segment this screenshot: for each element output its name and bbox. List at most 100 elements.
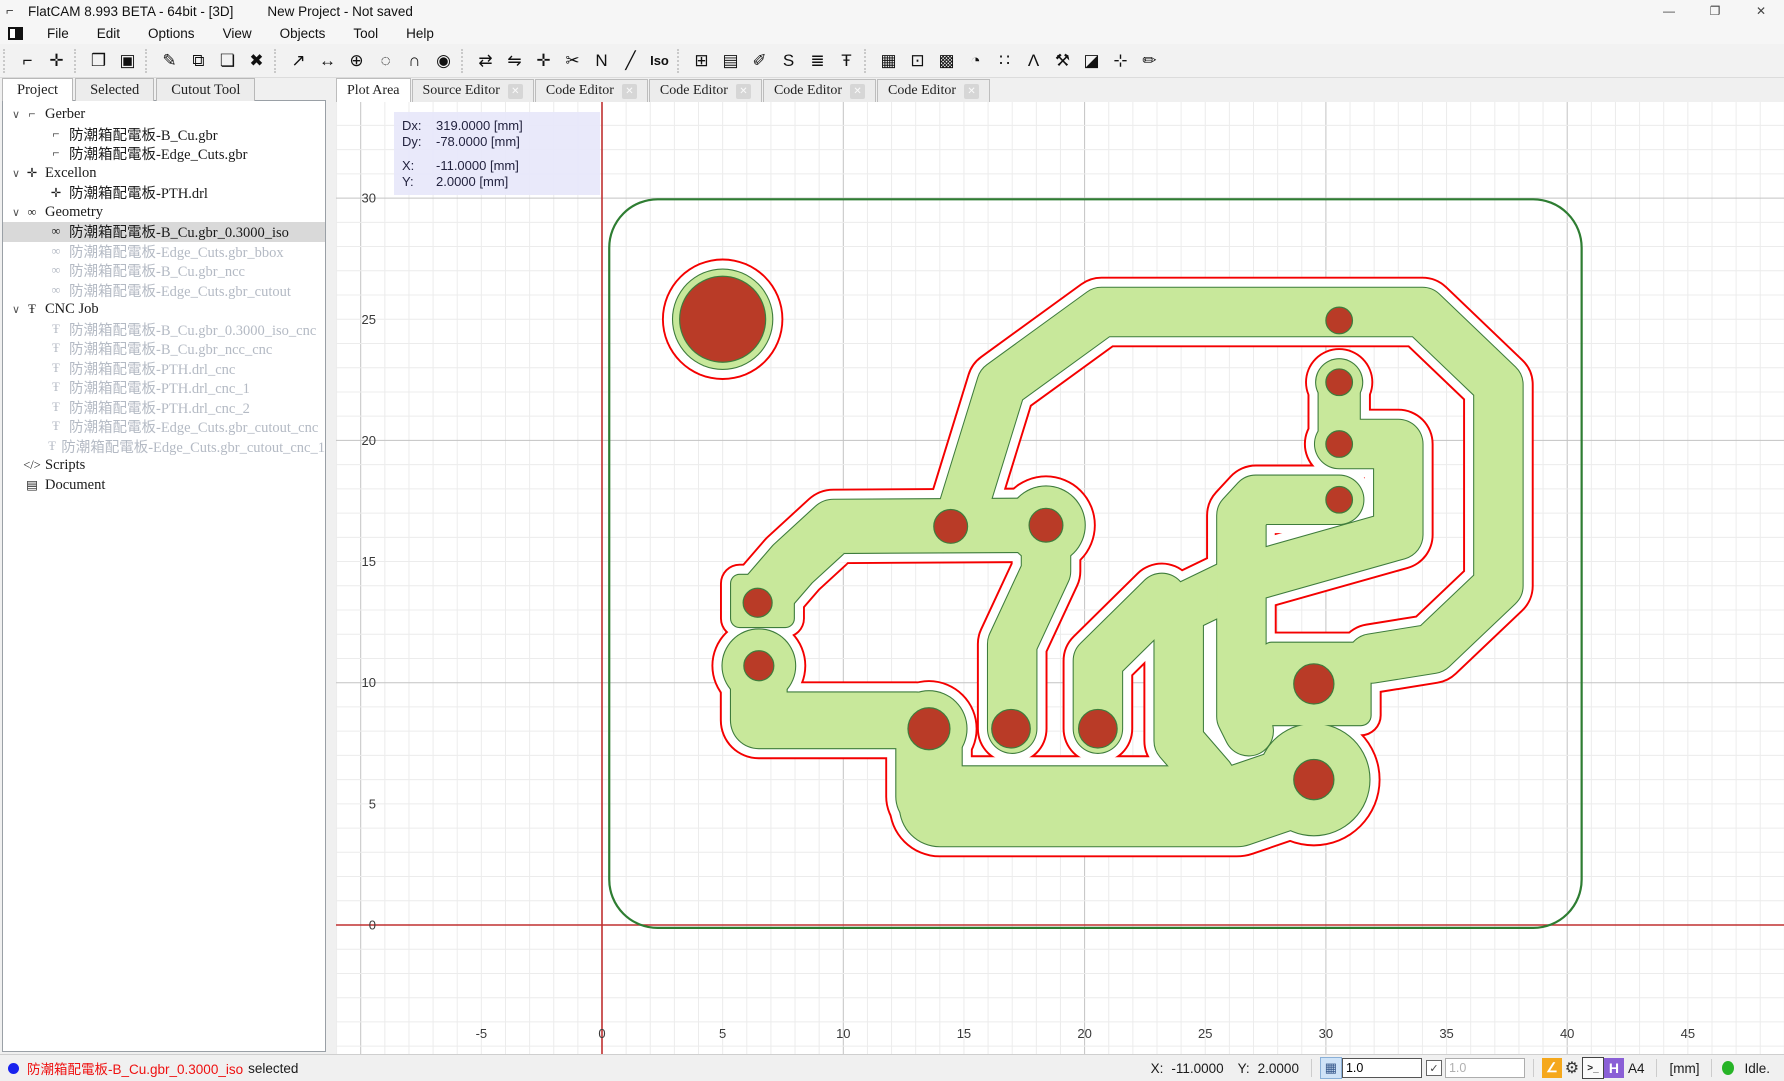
maximize-button[interactable]: ❐	[1692, 0, 1738, 22]
grid-snap-y-input[interactable]	[1445, 1058, 1525, 1078]
punch-icon[interactable]: ∷	[990, 47, 1019, 75]
tab-source-editor-1[interactable]: Source Editor✕	[412, 79, 534, 102]
invert-icon[interactable]: ◪	[1077, 47, 1106, 75]
grid-snap-x-input[interactable]	[1342, 1058, 1422, 1078]
tab-code-editor-4[interactable]: Code Editor✕	[763, 79, 876, 102]
close-icon[interactable]: ✕	[508, 84, 523, 99]
menu-edit[interactable]: Edit	[83, 24, 134, 43]
mirror-icon[interactable]: ⇋	[500, 47, 529, 75]
axis-toggle-icon[interactable]: ∠	[1542, 1058, 1562, 1078]
tab-selected[interactable]: Selected	[75, 78, 154, 101]
qrcode-icon[interactable]: ▩	[932, 47, 961, 75]
delete-icon[interactable]: ✖	[242, 47, 271, 75]
tab-plot-area-0[interactable]: Plot Area	[336, 78, 411, 102]
close-icon[interactable]: ✕	[622, 84, 637, 99]
minimize-button[interactable]: —	[1646, 0, 1692, 22]
hud-icon[interactable]: H	[1604, 1058, 1624, 1078]
preferences-gear-icon[interactable]: ⚙	[1562, 1058, 1582, 1078]
isolation-icon[interactable]: Iso	[645, 47, 674, 75]
chevron-down-icon[interactable]: ∨	[9, 206, 23, 219]
zoom-out-icon[interactable]: ◌	[371, 47, 400, 75]
tab-code-editor-3[interactable]: Code Editor✕	[649, 79, 762, 102]
set-origin-icon[interactable]: ✛	[529, 47, 558, 75]
open-excellon-icon[interactable]: ✛	[42, 47, 71, 75]
tree-item[interactable]: ∨✛Excellon	[3, 164, 325, 184]
tree-item[interactable]: Ŧ防潮箱配電板-Edge_Cuts.gbr_cutout_cnc	[3, 417, 325, 437]
jump-to-icon[interactable]: ∩	[400, 47, 429, 75]
close-icon[interactable]: ✕	[850, 84, 865, 99]
geometry-icon: ∞	[47, 244, 65, 259]
tree-item[interactable]: ✛防潮箱配電板-PTH.drl	[3, 183, 325, 203]
chevron-down-icon[interactable]: ∨	[9, 108, 23, 121]
shell-icon[interactable]: >_	[1582, 1057, 1604, 1079]
activity-indicator-icon[interactable]	[1722, 1061, 1734, 1075]
measure-icon[interactable]: ↔	[313, 47, 342, 75]
union-icon[interactable]: S	[774, 47, 803, 75]
menu-options[interactable]: Options	[134, 24, 209, 43]
close-icon[interactable]: ✕	[964, 84, 979, 99]
copper-thieving-icon[interactable]: ◔	[961, 47, 990, 75]
tree-item[interactable]: ⌐防潮箱配電板-B_Cu.gbr	[3, 125, 325, 145]
chevron-down-icon[interactable]: ∨	[9, 303, 23, 316]
plot-area[interactable]: -5051015202530354045051015202530 Dx:319.…	[336, 102, 1784, 1054]
markers-icon[interactable]: ⊹	[1106, 47, 1135, 75]
locate-icon[interactable]: ◉	[429, 47, 458, 75]
grid-snap-icon[interactable]: ▦	[1320, 1057, 1342, 1079]
tree-item[interactable]: </>Scripts	[3, 456, 325, 476]
copy-object-icon[interactable]: ⧉	[184, 47, 213, 75]
tree-item[interactable]: Ŧ防潮箱配電板-B_Cu.gbr_ncc_cnc	[3, 339, 325, 359]
tree-item[interactable]: ∞防潮箱配電板-B_Cu.gbr_0.3000_iso	[3, 222, 325, 242]
menu-objects[interactable]: Objects	[266, 24, 340, 43]
new-blank-icon[interactable]: ❏	[213, 47, 242, 75]
etch-icon[interactable]: ✏	[1135, 47, 1164, 75]
zoom-in-icon[interactable]: ⊕	[342, 47, 371, 75]
tree-item[interactable]: ⌐防潮箱配電板-Edge_Cuts.gbr	[3, 144, 325, 164]
menu-help[interactable]: Help	[392, 24, 448, 43]
tree-item[interactable]: ∨∞Geometry	[3, 203, 325, 223]
chevron-down-icon[interactable]: ∨	[9, 167, 23, 180]
units-label[interactable]: [mm]	[1669, 1061, 1699, 1076]
tab-code-editor-5[interactable]: Code Editor✕	[877, 79, 990, 102]
grid-link-checkbox[interactable]: ✓	[1426, 1060, 1442, 1076]
paint-icon[interactable]: ╱	[616, 47, 645, 75]
tab-code-editor-2[interactable]: Code Editor✕	[535, 79, 648, 102]
tab-cutout-tool[interactable]: Cutout Tool	[156, 78, 255, 101]
transform-icon[interactable]: ⊡	[903, 47, 932, 75]
editor-icon[interactable]: ✎	[155, 47, 184, 75]
ncc-icon[interactable]: N	[587, 47, 616, 75]
tree-item[interactable]: Ŧ防潮箱配電板-PTH.drl_cnc	[3, 359, 325, 379]
open-project-icon[interactable]: ❒	[84, 47, 113, 75]
tree-item[interactable]: ∨⌐Gerber	[3, 105, 325, 125]
tab-project[interactable]: Project	[2, 78, 73, 101]
tree-item[interactable]: ∞防潮箱配電板-Edge_Cuts.gbr_bbox	[3, 242, 325, 262]
open-gerber-icon[interactable]: ⌐	[13, 47, 42, 75]
panelize-icon[interactable]: ⊞	[687, 47, 716, 75]
tree-item[interactable]: ∞防潮箱配電板-B_Cu.gbr_ncc	[3, 261, 325, 281]
close-button[interactable]: ✕	[1738, 0, 1784, 22]
tree-item[interactable]: Ŧ防潮箱配電板-Edge_Cuts.gbr_cutout_cnc_1	[3, 437, 325, 457]
cnc-icon: Ŧ	[47, 439, 57, 454]
menu-file[interactable]: File	[33, 24, 83, 43]
tree-item[interactable]: ∞防潮箱配電板-Edge_Cuts.gbr_cutout	[3, 281, 325, 301]
menu-tool[interactable]: Tool	[339, 24, 392, 43]
fiducials-icon[interactable]: ⚒	[1048, 47, 1077, 75]
tree-item[interactable]: ∨ŦCNC Job	[3, 300, 325, 320]
cutout-icon[interactable]: ✂	[558, 47, 587, 75]
save-project-icon[interactable]: ▣	[113, 47, 142, 75]
tree-item[interactable]: Ŧ防潮箱配電板-PTH.drl_cnc_1	[3, 378, 325, 398]
tree-item[interactable]: Ŧ防潮箱配電板-PTH.drl_cnc_2	[3, 398, 325, 418]
extract-icon[interactable]: ✐	[745, 47, 774, 75]
page-size-label[interactable]: A4	[1628, 1061, 1645, 1076]
tree-item[interactable]: Ŧ防潮箱配電板-B_Cu.gbr_0.3000_iso_cnc	[3, 320, 325, 340]
solder-paste-icon[interactable]: Ŧ	[832, 47, 861, 75]
tree-item[interactable]: ▤Document	[3, 476, 325, 496]
script-icon[interactable]: ≣	[803, 47, 832, 75]
close-icon[interactable]: ✕	[736, 84, 751, 99]
replot-icon[interactable]: ⇄	[471, 47, 500, 75]
align-icon[interactable]: Ʌ	[1019, 47, 1048, 75]
zoom-fit-icon[interactable]: ↗	[284, 47, 313, 75]
film-icon[interactable]: ▤	[716, 47, 745, 75]
calculator-icon[interactable]: ▦	[874, 47, 903, 75]
mdi-child-icon[interactable]	[8, 27, 23, 40]
menu-view[interactable]: View	[209, 24, 266, 43]
